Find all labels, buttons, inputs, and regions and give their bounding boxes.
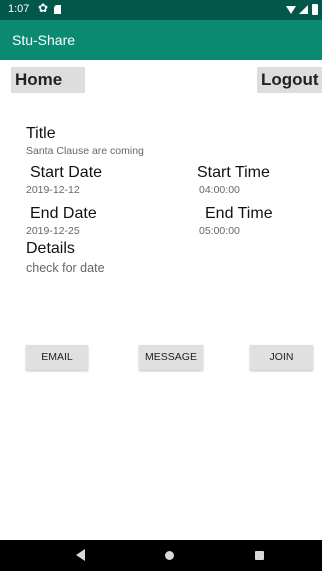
end-date-label: End Date	[30, 205, 97, 222]
title-label: Title	[26, 125, 56, 142]
start-time-value: 04:00:00	[199, 184, 240, 196]
end-time-value: 05:00:00	[199, 225, 240, 237]
sd-card-icon	[54, 5, 61, 14]
app-title: Stu-Share	[12, 32, 76, 48]
home-circle-icon[interactable]	[165, 551, 174, 560]
cell-signal-icon	[299, 5, 308, 14]
start-date-value: 2019-12-12	[26, 184, 80, 196]
back-icon[interactable]	[76, 549, 85, 561]
status-bar: 1:07 ✿	[0, 0, 322, 20]
details-value: check for date	[26, 261, 105, 275]
start-time-label: Start Time	[197, 164, 270, 181]
navigation-bar	[0, 540, 322, 571]
end-time-label: End Time	[205, 205, 273, 222]
email-button[interactable]: EMAIL	[26, 345, 88, 370]
title-value: Santa Clause are coming	[26, 145, 144, 157]
message-button[interactable]: MESSAGE	[139, 345, 203, 370]
start-date-label: Start Date	[30, 164, 103, 181]
recents-square-icon[interactable]	[255, 551, 264, 560]
logout-button[interactable]: Logout	[257, 67, 322, 93]
join-button[interactable]: JOIN	[250, 345, 313, 370]
settings-gear-icon: ✿	[38, 1, 49, 15]
app-bar: Stu-Share	[0, 20, 322, 60]
end-date-value: 2019-12-25	[26, 225, 80, 237]
battery-icon	[312, 4, 318, 15]
details-label: Details	[26, 240, 75, 257]
wifi-icon	[286, 6, 296, 14]
home-button[interactable]: Home	[11, 67, 85, 93]
status-time: 1:07	[8, 3, 30, 15]
